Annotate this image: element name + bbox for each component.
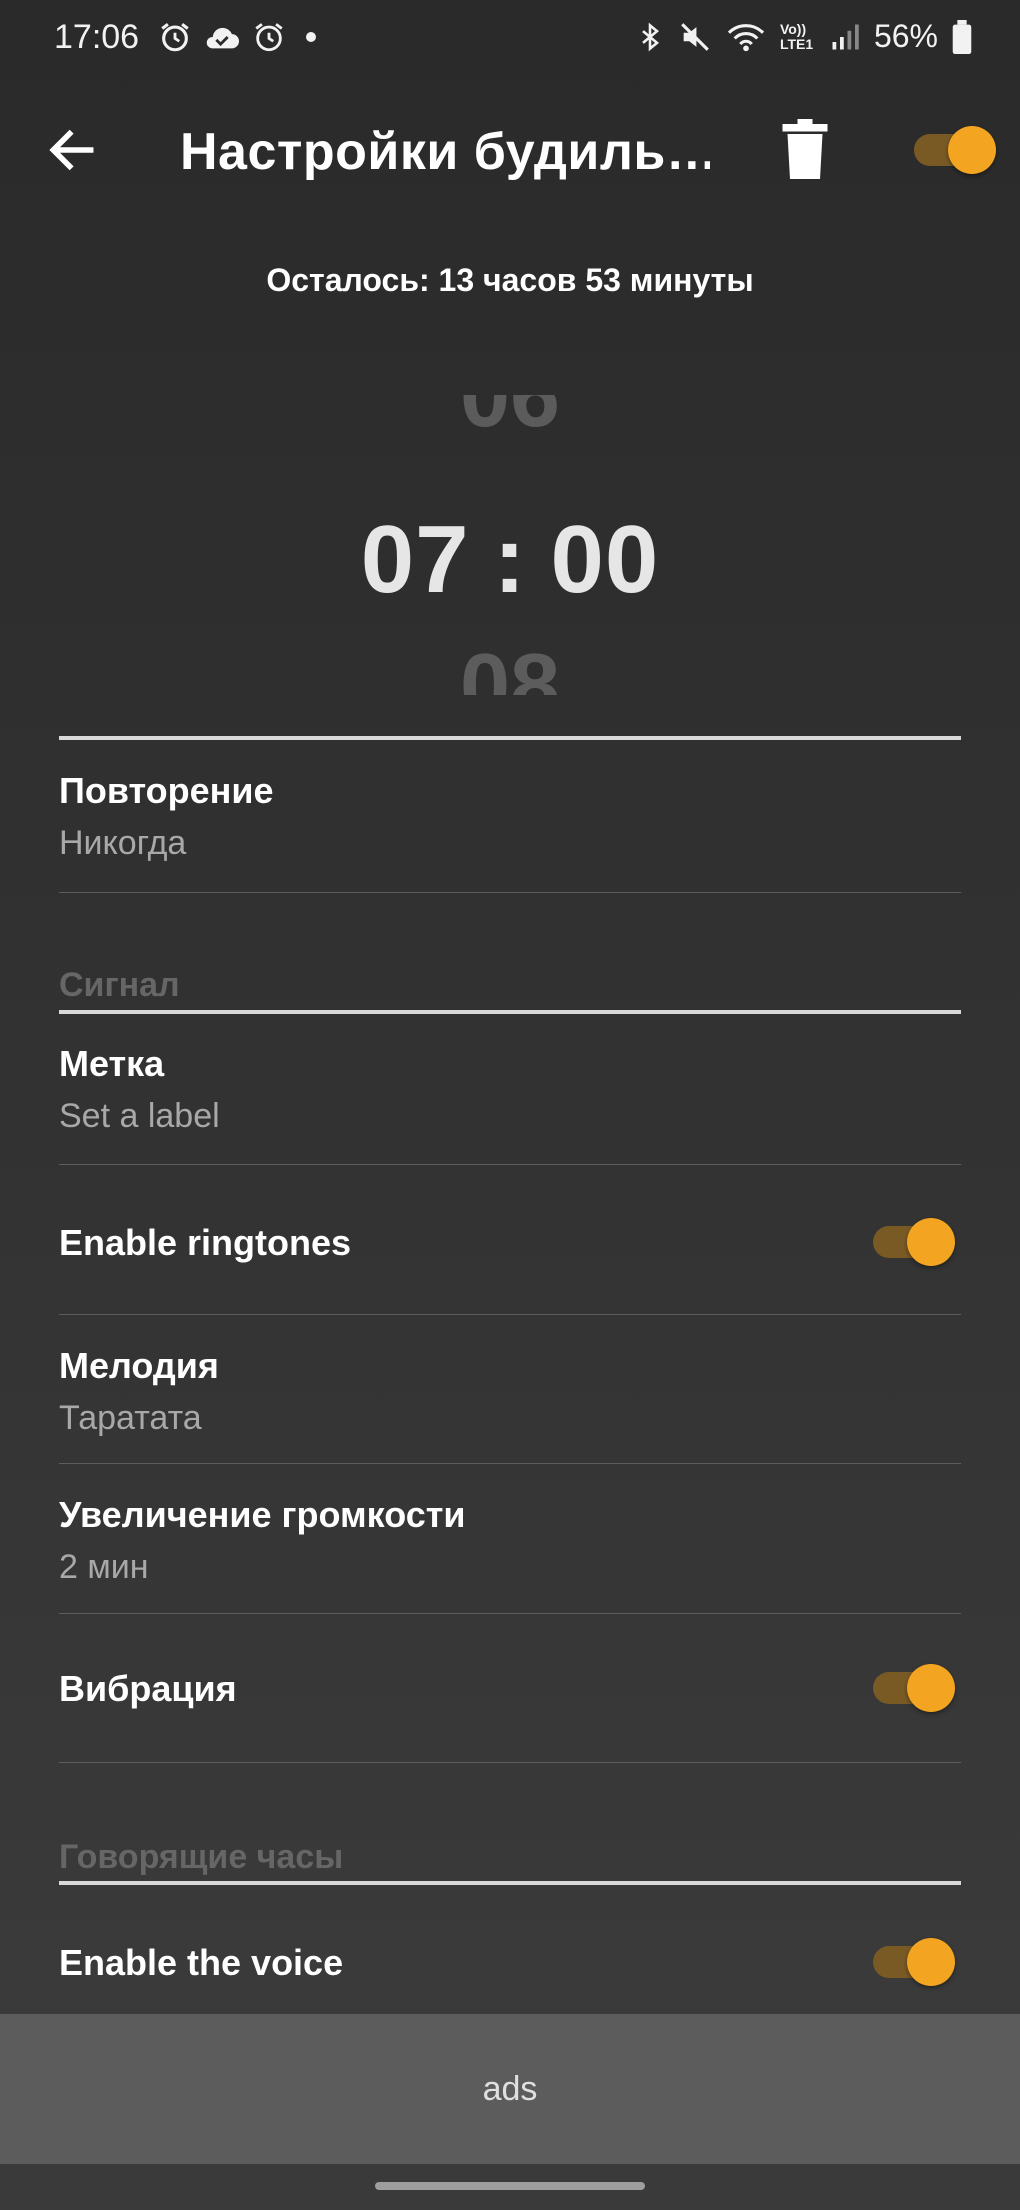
- ad-text: ads: [482, 2069, 538, 2108]
- app-bar: Настройки будиль…: [0, 100, 1020, 200]
- row-divider: [59, 1463, 961, 1464]
- volte-icon: Vo)) LTE1: [779, 20, 814, 52]
- ad-banner[interactable]: ads: [0, 2014, 1020, 2164]
- status-left-icons: [158, 20, 326, 54]
- picker-minute[interactable]: 00: [550, 506, 659, 613]
- section-divider-talking-clock: [59, 1881, 961, 1885]
- status-bar: 17:06 Vo)) LTE1 56%: [0, 0, 1020, 80]
- enable-voice-title: Enable the voice: [59, 1942, 344, 1983]
- row-divider: [59, 1613, 961, 1614]
- row-divider: [59, 892, 961, 893]
- toggle-thumb: [907, 1938, 955, 1986]
- picker-current-row[interactable]: 07:00: [0, 505, 1020, 615]
- battery-icon: [952, 19, 972, 54]
- wifi-icon: [727, 23, 765, 51]
- mute-icon: [681, 22, 709, 51]
- bluetooth-icon: [642, 22, 659, 51]
- picker-prev-minute[interactable]: 59: [0, 451, 1020, 465]
- toggle-thumb: [907, 1664, 955, 1712]
- picker-previous-row[interactable]: 06:59: [0, 395, 1020, 465]
- melody-value: Таратата: [59, 1399, 202, 1437]
- section-divider-signal: [59, 1010, 961, 1014]
- volume-increase-setting[interactable]: Увеличение громкости 2 мин: [59, 1494, 961, 1587]
- enable-ringtones-setting[interactable]: Enable ringtones: [59, 1218, 961, 1266]
- picker-next-row[interactable]: 08:01: [0, 635, 1020, 695]
- status-time: 17:06: [54, 18, 140, 56]
- repeat-value: Никогда: [59, 824, 187, 862]
- enable-voice-toggle[interactable]: [873, 1936, 955, 1986]
- alarm-clock-icon: [255, 23, 283, 52]
- section-header-talking-clock: Говорящие часы: [59, 1838, 344, 1876]
- enable-ringtones-toggle[interactable]: [873, 1216, 955, 1266]
- time-remaining: Осталось: 13 часов 53 минуты: [266, 262, 754, 298]
- vibration-toggle[interactable]: [873, 1662, 955, 1712]
- enable-ringtones-title: Enable ringtones: [59, 1222, 352, 1263]
- row-divider: [59, 1314, 961, 1315]
- delete-icon[interactable]: [780, 118, 830, 180]
- status-right-icons: Vo)) LTE1 56%: [636, 18, 972, 55]
- vibration-title: Вибрация: [59, 1668, 237, 1709]
- picker-divider: [59, 736, 961, 740]
- label-value: Set a label: [59, 1097, 220, 1135]
- alarm-enabled-toggle[interactable]: [914, 124, 996, 174]
- time-picker[interactable]: 06:59 07:00 08:01: [0, 395, 1020, 695]
- label-title: Метка: [59, 1043, 165, 1084]
- enable-voice-setting[interactable]: Enable the voice: [59, 1938, 961, 1986]
- picker-separator: :: [493, 506, 527, 613]
- picker-next-hour[interactable]: 08: [0, 635, 1020, 695]
- dot-icon: [306, 32, 316, 42]
- toggle-thumb: [948, 126, 996, 174]
- section-header-signal: Сигнал: [59, 966, 180, 1004]
- back-arrow-icon[interactable]: [44, 122, 100, 178]
- row-divider: [59, 1164, 961, 1165]
- volume-increase-value: 2 мин: [59, 1548, 149, 1586]
- melody-title: Мелодия: [59, 1345, 219, 1386]
- repeat-setting[interactable]: Повторение Никогда: [59, 770, 961, 863]
- vibration-setting[interactable]: Вибрация: [59, 1664, 961, 1712]
- alarm-icon: [161, 23, 189, 52]
- melody-setting[interactable]: Мелодия Таратата: [59, 1345, 961, 1438]
- battery-percent: 56%: [873, 18, 938, 54]
- home-indicator[interactable]: [375, 2182, 645, 2190]
- alarm-settings-screen: 17:06 Vo)) LTE1 56% Настройки будиль… Ос…: [0, 0, 1020, 2210]
- cloud-check-icon: [206, 27, 239, 49]
- picker-hour[interactable]: 07: [361, 506, 470, 613]
- repeat-title: Повторение: [59, 770, 274, 811]
- label-setting[interactable]: Метка Set a label: [59, 1043, 961, 1136]
- row-divider: [59, 1762, 961, 1763]
- signal-icon: [832, 24, 859, 49]
- page-title: Настройки будиль…: [180, 123, 710, 181]
- volume-increase-title: Увеличение громкости: [59, 1494, 466, 1535]
- toggle-thumb: [907, 1218, 955, 1266]
- picker-prev-hour[interactable]: 06: [0, 395, 1020, 448]
